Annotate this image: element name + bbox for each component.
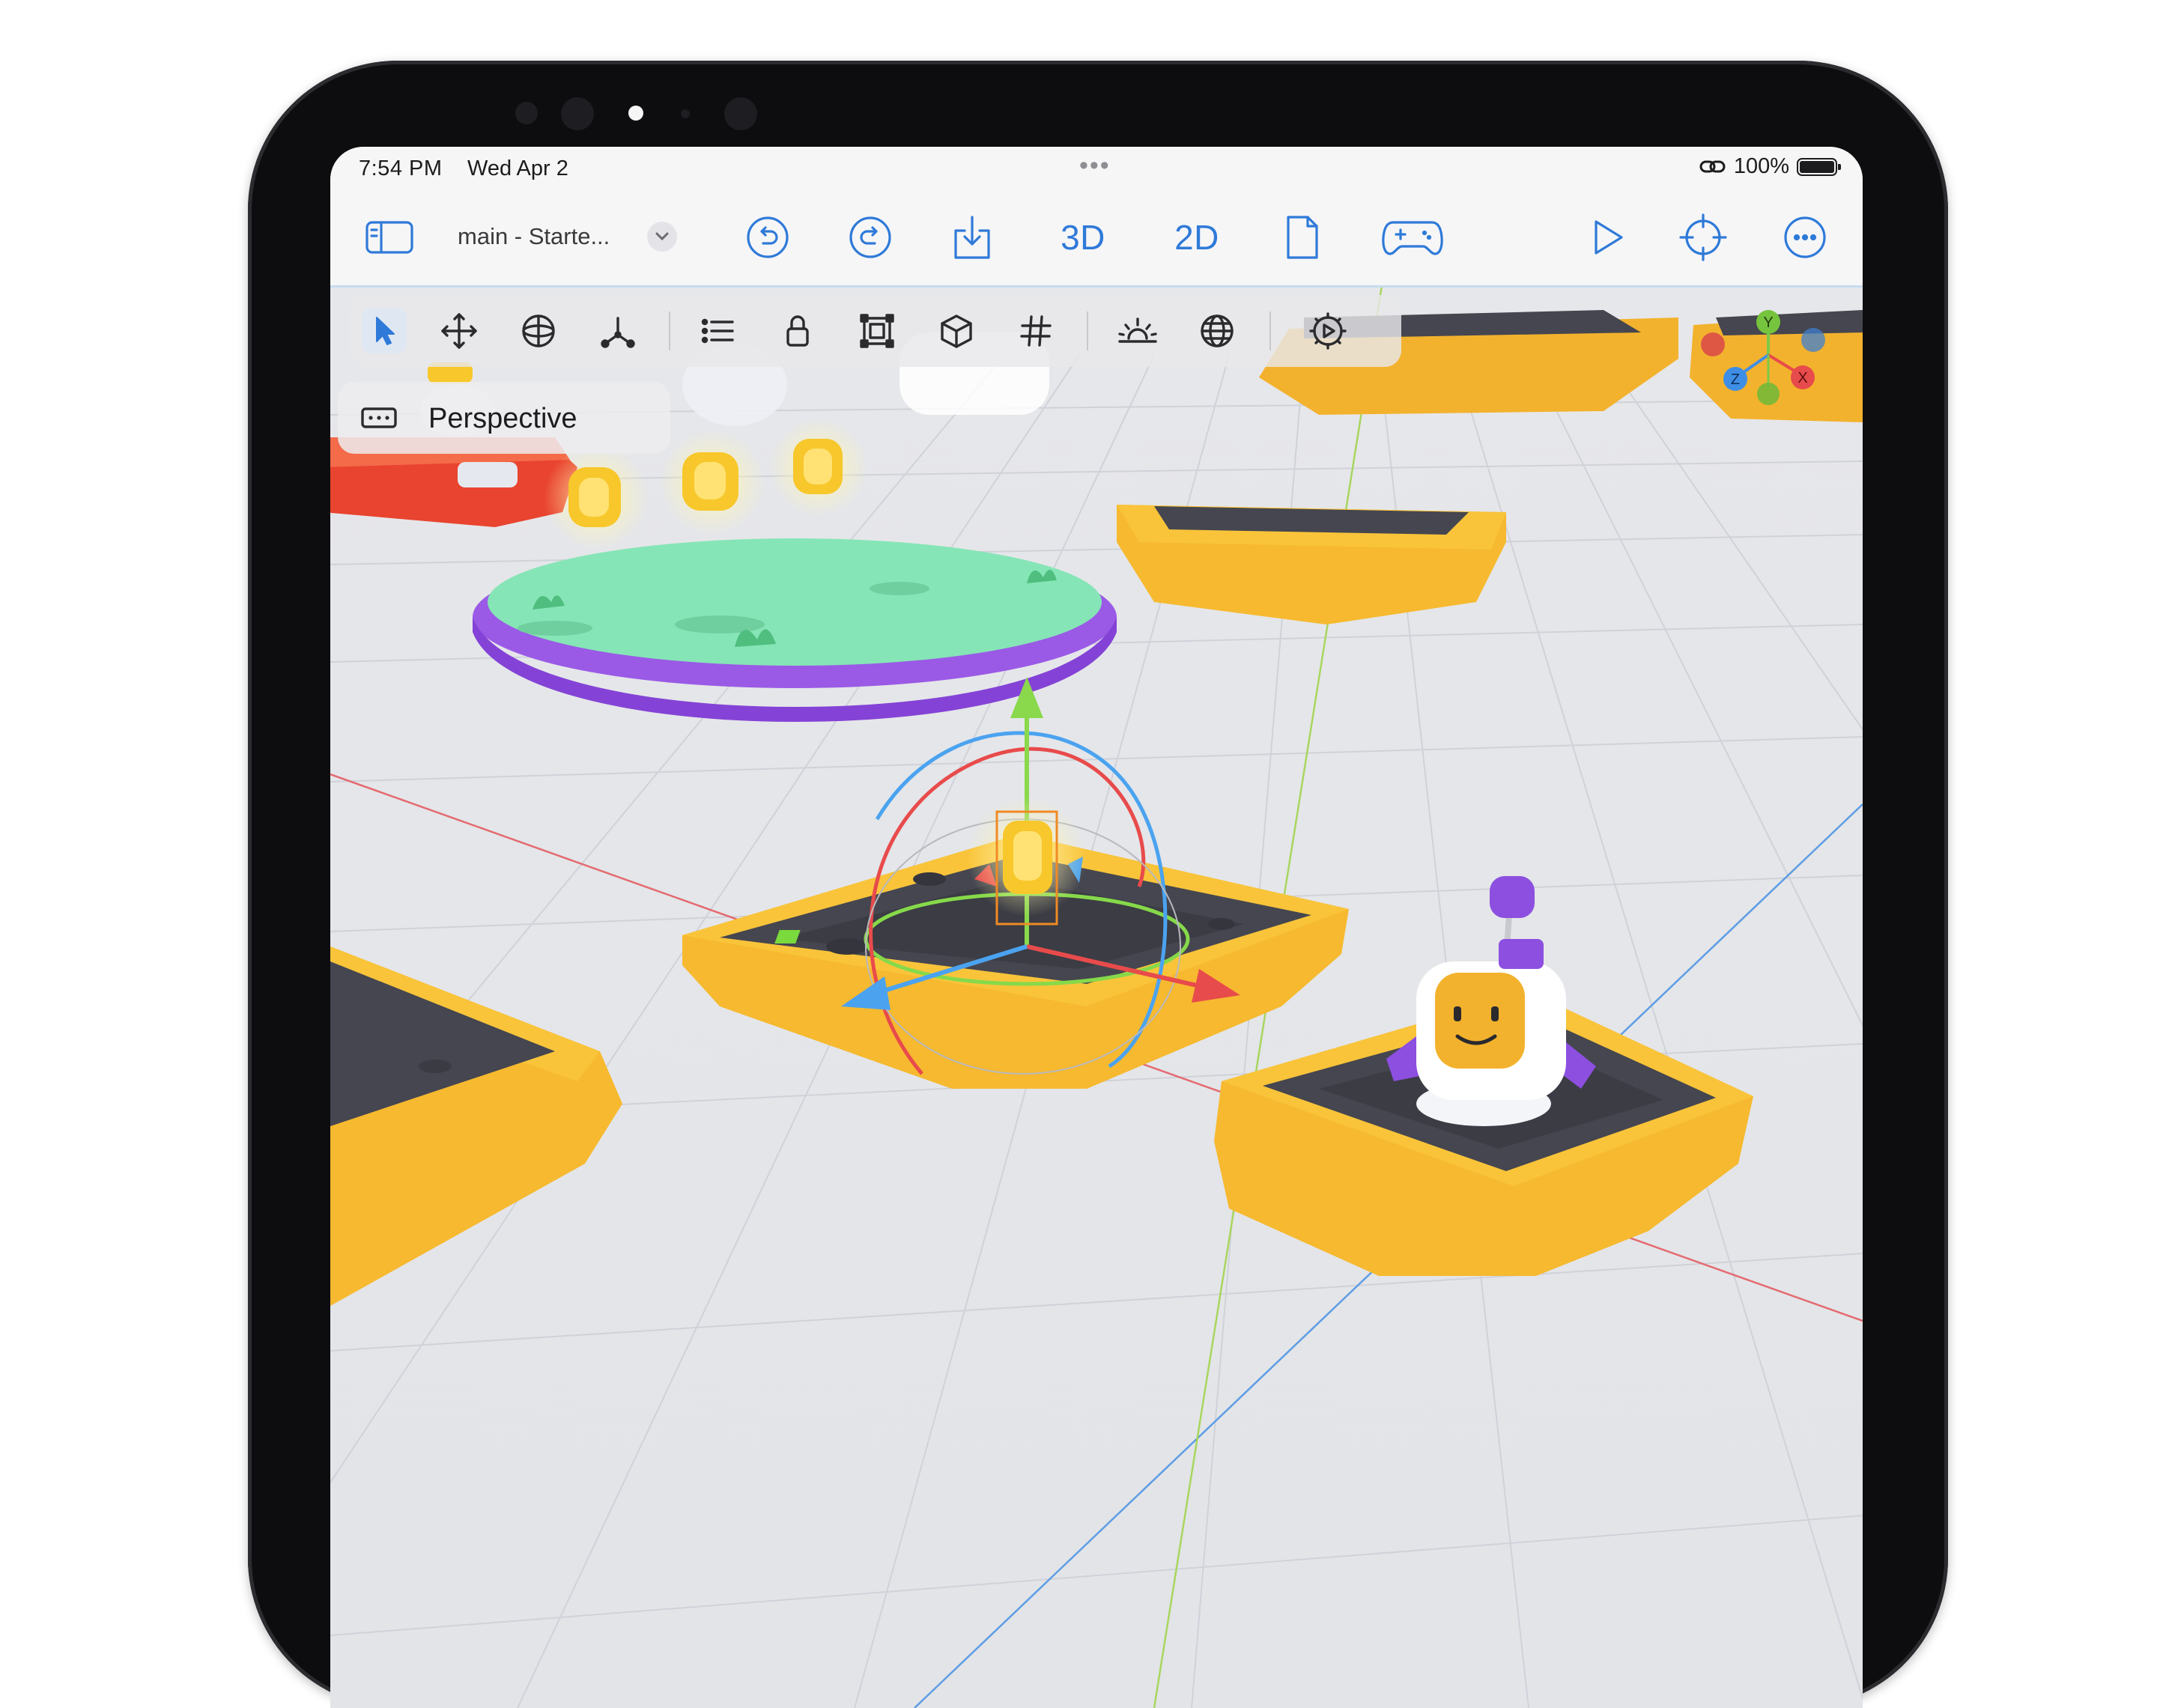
scene-render bbox=[330, 288, 1863, 1708]
sunrise-icon bbox=[1118, 317, 1157, 343]
play-button[interactable] bbox=[1587, 213, 1629, 262]
orientation-gizmo[interactable]: Y X Z bbox=[1678, 303, 1858, 437]
list-icon bbox=[701, 318, 734, 344]
globe-icon bbox=[1201, 314, 1234, 347]
mode-2d-label: 2D bbox=[1174, 218, 1219, 257]
status-bar: 7:54 PM Wed Apr 2 ••• 100% bbox=[330, 147, 1863, 192]
undo-icon bbox=[747, 216, 789, 258]
redo-button[interactable] bbox=[847, 213, 894, 262]
chevron-down-icon bbox=[655, 232, 669, 241]
grid-hash-icon bbox=[1020, 315, 1052, 347]
editor-nav-bar: main - Starte... 3D 2D bbox=[330, 192, 1863, 288]
cube-icon bbox=[941, 314, 972, 348]
document-icon bbox=[1287, 216, 1318, 259]
rotate-tool-button[interactable] bbox=[516, 309, 561, 353]
cursor-arrow-icon bbox=[376, 317, 395, 345]
pivot-tool-button[interactable] bbox=[595, 309, 640, 353]
multitasking-dots[interactable]: ••• bbox=[1079, 151, 1111, 180]
app-screen: 7:54 PM Wed Apr 2 ••• 100% main - Starte… bbox=[330, 147, 1863, 1708]
axis-tripod-icon bbox=[601, 317, 635, 348]
status-time: 7:54 PM bbox=[359, 156, 443, 180]
tablet-device-frame: 7:54 PM Wed Apr 2 ••• 100% main - Starte… bbox=[248, 61, 1948, 1708]
frame-selection-button[interactable] bbox=[855, 309, 899, 353]
mode-3d-label: 3D bbox=[1061, 218, 1105, 257]
more-options-button[interactable] bbox=[1782, 213, 1828, 262]
viewport-toolbar bbox=[350, 295, 1401, 367]
lighting-button[interactable] bbox=[1115, 309, 1160, 353]
redo-icon bbox=[849, 216, 891, 258]
add-object-button[interactable] bbox=[934, 309, 979, 353]
frame-bounds-icon bbox=[860, 314, 894, 348]
play-icon bbox=[1595, 220, 1623, 255]
lock-icon bbox=[786, 315, 809, 347]
script-document-button[interactable] bbox=[1280, 213, 1325, 262]
gizmo-neg-z-handle bbox=[1801, 328, 1825, 352]
document-menu-button[interactable] bbox=[647, 222, 677, 252]
grid-toggle-button[interactable] bbox=[1013, 309, 1058, 353]
mode-3d-button[interactable]: 3D bbox=[1053, 213, 1113, 262]
sidebar-toggle-button[interactable] bbox=[363, 213, 416, 262]
camera-mode-button[interactable]: Perspective bbox=[338, 382, 670, 454]
environment-button[interactable] bbox=[1195, 309, 1240, 353]
scene-viewport[interactable]: Y X Z Perspective bbox=[330, 288, 1863, 1708]
sidebar-icon bbox=[365, 221, 413, 254]
undo-button[interactable] bbox=[744, 213, 791, 262]
gizmo-y-label: Y bbox=[1763, 314, 1773, 331]
focus-target-button[interactable] bbox=[1678, 213, 1728, 262]
gizmo-neg-x-handle bbox=[1701, 332, 1725, 356]
status-date: Wed Apr 2 bbox=[467, 156, 568, 180]
camera-mode-label: Perspective bbox=[428, 403, 577, 434]
front-camera-array bbox=[248, 88, 1948, 133]
gizmo-neg-y-handle bbox=[1757, 383, 1780, 405]
gear-play-icon bbox=[1309, 312, 1347, 350]
simulation-settings-button[interactable] bbox=[1305, 309, 1350, 353]
rotate-sphere-icon bbox=[522, 314, 555, 347]
camera-view-icon bbox=[361, 407, 397, 428]
battery-percent: 100% bbox=[1733, 154, 1789, 178]
gizmo-x-label: X bbox=[1797, 370, 1807, 386]
lock-button[interactable] bbox=[775, 309, 820, 353]
link-icon bbox=[1699, 160, 1726, 172]
document-title[interactable]: main - Starte... bbox=[458, 223, 610, 250]
select-tool-button[interactable] bbox=[362, 309, 407, 353]
move-tool-button[interactable] bbox=[437, 309, 482, 353]
download-tray-icon bbox=[954, 216, 990, 259]
game-controller-button[interactable] bbox=[1379, 213, 1446, 262]
gizmo-z-label: Z bbox=[1731, 371, 1740, 388]
move-arrows-icon bbox=[441, 313, 477, 349]
mode-2d-button[interactable]: 2D bbox=[1167, 213, 1227, 262]
save-button[interactable] bbox=[949, 213, 995, 262]
crosshair-icon bbox=[1679, 213, 1727, 261]
game-controller-icon bbox=[1382, 221, 1443, 255]
battery-icon bbox=[1797, 157, 1841, 176]
hierarchy-list-button[interactable] bbox=[696, 309, 741, 353]
ellipsis-circle-icon bbox=[1784, 216, 1826, 258]
